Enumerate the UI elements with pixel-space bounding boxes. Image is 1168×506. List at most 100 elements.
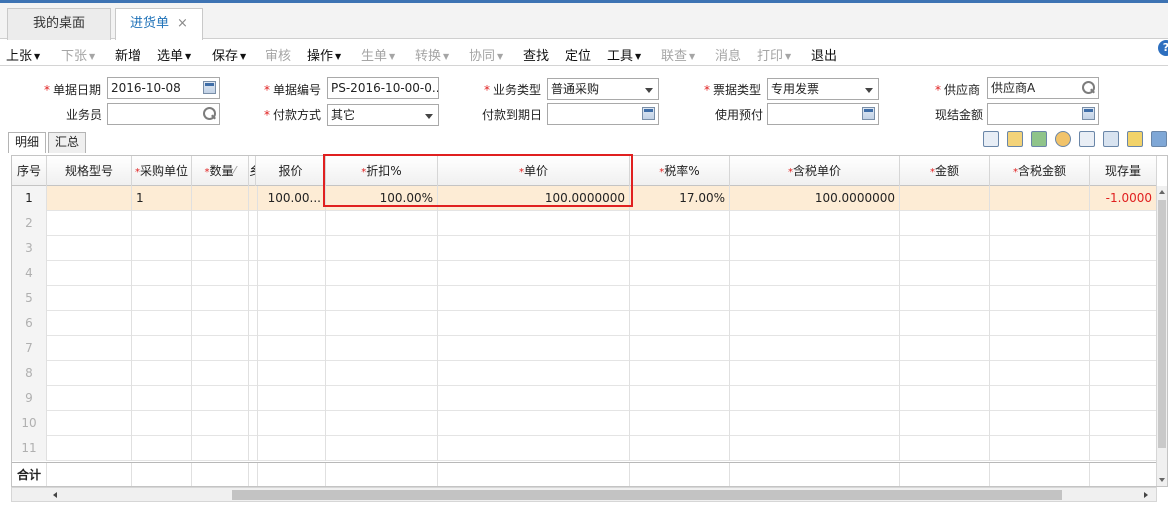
- grid-cell[interactable]: [326, 211, 438, 236]
- grid-cell[interactable]: [900, 336, 990, 361]
- operations-menu-button[interactable]: 操作 ▼: [307, 45, 341, 64]
- grid-cell[interactable]: [630, 361, 730, 386]
- grid-cell[interactable]: [1090, 311, 1157, 336]
- grid-cell[interactable]: [438, 311, 630, 336]
- grid-cell[interactable]: [730, 361, 900, 386]
- next-menu-button[interactable]: 下张 ▼: [61, 45, 95, 64]
- collaborate-menu-button[interactable]: 协同 ▼: [469, 45, 503, 64]
- grid-cell[interactable]: [730, 336, 900, 361]
- grid-cell[interactable]: [990, 411, 1090, 436]
- grid-cell[interactable]: [1090, 436, 1157, 461]
- col-header-amount[interactable]: *金额: [900, 156, 990, 186]
- grid-cell[interactable]: [900, 236, 990, 261]
- table-row[interactable]: 8: [12, 361, 1157, 386]
- grid-cell[interactable]: [256, 211, 326, 236]
- grid-cell[interactable]: [256, 436, 326, 461]
- grid-cell[interactable]: [132, 286, 192, 311]
- grid-cell[interactable]: [256, 361, 326, 386]
- grid-cell[interactable]: [47, 336, 132, 361]
- grid-cell[interactable]: [326, 286, 438, 311]
- grid-cell[interactable]: [900, 311, 990, 336]
- column-settings-icon[interactable]: [1103, 131, 1119, 147]
- message-button[interactable]: 消息: [715, 45, 741, 64]
- grid-cell[interactable]: [1090, 361, 1157, 386]
- grid-cell[interactable]: [192, 411, 249, 436]
- grid-cell[interactable]: [438, 411, 630, 436]
- grid-cell[interactable]: [326, 236, 438, 261]
- grid-cell[interactable]: [990, 336, 1090, 361]
- grid-cell[interactable]: [630, 236, 730, 261]
- grid-cell[interactable]: [438, 261, 630, 286]
- grid-cell[interactable]: [47, 236, 132, 261]
- grid-cell[interactable]: [630, 436, 730, 461]
- grid-cell[interactable]: [630, 211, 730, 236]
- table-icon[interactable]: [862, 107, 875, 120]
- grid-cell[interactable]: [438, 211, 630, 236]
- grid-cell[interactable]: [900, 411, 990, 436]
- scroll-up-icon[interactable]: [1159, 190, 1165, 194]
- grid-cell[interactable]: [1090, 336, 1157, 361]
- grid-cell[interactable]: [132, 261, 192, 286]
- grid-cell[interactable]: [438, 286, 630, 311]
- table-row[interactable]: 10: [12, 411, 1157, 436]
- grid-cell[interactable]: [47, 261, 132, 286]
- table-row[interactable]: 11: [12, 436, 1157, 461]
- col-header-stock[interactable]: 现存量: [1090, 156, 1157, 186]
- grid-cell[interactable]: [730, 211, 900, 236]
- prev-menu-button[interactable]: 上张 ▼: [6, 45, 40, 64]
- grid-cell[interactable]: [990, 361, 1090, 386]
- table-row[interactable]: 3: [12, 236, 1157, 261]
- grid-cell[interactable]: [630, 386, 730, 411]
- grid-cell[interactable]: [192, 236, 249, 261]
- grid-cell[interactable]: [990, 236, 1090, 261]
- scroll-thumb[interactable]: [1158, 200, 1166, 448]
- preview-icon[interactable]: [1079, 131, 1095, 147]
- prepay-field[interactable]: [767, 103, 879, 125]
- due-date-field[interactable]: [547, 103, 659, 125]
- cell-amount[interactable]: [900, 186, 990, 211]
- filter-icon[interactable]: [1055, 131, 1071, 147]
- col-header-narrow[interactable]: 乡: [249, 156, 256, 186]
- cell-discount[interactable]: 100.00%: [326, 186, 438, 211]
- col-header-spec[interactable]: 规格型号: [47, 156, 132, 186]
- col-header-index[interactable]: 序号: [12, 156, 47, 186]
- grid-cell[interactable]: [630, 411, 730, 436]
- generate-menu-button[interactable]: 生单 ▼: [361, 45, 395, 64]
- grid-cell[interactable]: [730, 436, 900, 461]
- grid-cell[interactable]: [730, 286, 900, 311]
- grid-cell[interactable]: [1090, 211, 1157, 236]
- col-header-price[interactable]: 报价: [256, 156, 326, 186]
- vendor-field[interactable]: 供应商A: [987, 77, 1099, 99]
- tab-purchase-order[interactable]: 进货单 ×: [115, 8, 203, 41]
- calendar-icon[interactable]: [203, 81, 216, 94]
- date-field[interactable]: 2016-10-08: [107, 77, 220, 99]
- grid-cell[interactable]: [990, 261, 1090, 286]
- biztype-select[interactable]: 普通采购: [547, 78, 659, 100]
- chart-icon[interactable]: [1127, 131, 1143, 147]
- grid-cell[interactable]: [900, 361, 990, 386]
- grid-cell[interactable]: [132, 411, 192, 436]
- search-icon[interactable]: [1082, 81, 1095, 94]
- tab-my-desktop[interactable]: 我的桌面: [7, 8, 111, 40]
- grid-cell[interactable]: [192, 436, 249, 461]
- excel-export-icon[interactable]: [1031, 131, 1047, 147]
- grid-cell[interactable]: [990, 436, 1090, 461]
- grid-cell[interactable]: [438, 336, 630, 361]
- grid-cell[interactable]: [192, 311, 249, 336]
- locate-button[interactable]: 定位: [565, 45, 591, 64]
- grid-cell[interactable]: [256, 286, 326, 311]
- table-row[interactable]: 9: [12, 386, 1157, 411]
- tab-detail[interactable]: 明细: [8, 132, 46, 153]
- grid-cell[interactable]: [256, 311, 326, 336]
- invtype-select[interactable]: 专用发票: [767, 78, 879, 100]
- select-menu-button[interactable]: 选单 ▼: [157, 45, 191, 64]
- grid-cell[interactable]: [192, 336, 249, 361]
- col-header-unitprice[interactable]: *单价: [438, 156, 630, 186]
- grid-cell[interactable]: [900, 436, 990, 461]
- find-button[interactable]: 查找: [523, 45, 549, 64]
- grid-cell[interactable]: [47, 286, 132, 311]
- grid-cell[interactable]: [132, 336, 192, 361]
- grid-cell[interactable]: [730, 411, 900, 436]
- grid-cell[interactable]: [630, 311, 730, 336]
- grid-cell[interactable]: [47, 361, 132, 386]
